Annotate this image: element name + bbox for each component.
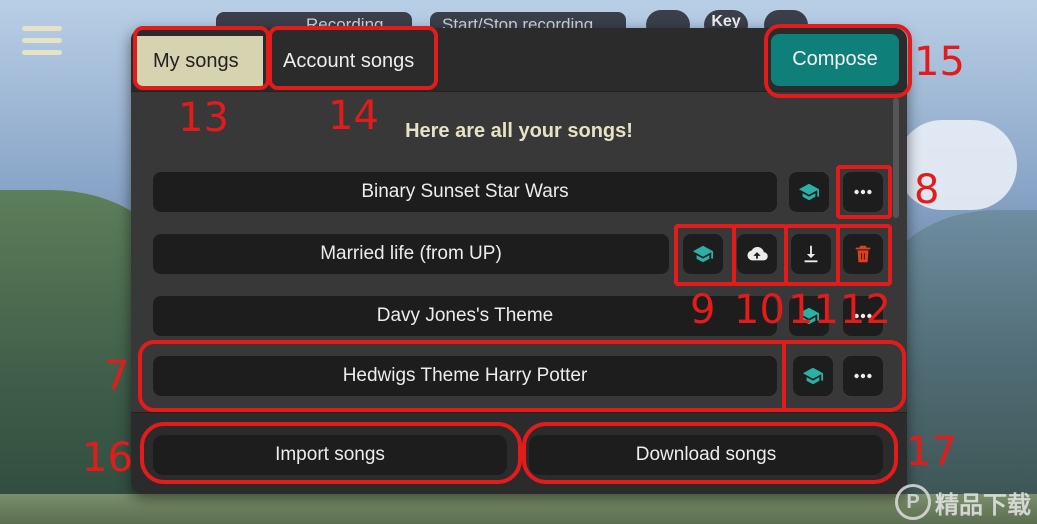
annotation-number-14: 14 bbox=[328, 93, 379, 139]
tab-bar: My songs Account songs Compose bbox=[131, 28, 907, 92]
song-row: Hedwigs Theme Harry Potter bbox=[153, 356, 883, 396]
hamburger-icon[interactable] bbox=[22, 26, 62, 58]
download-icon bbox=[804, 245, 818, 263]
watermark: P 精品下载 bbox=[895, 484, 1031, 520]
graduation-cap-icon bbox=[692, 245, 714, 263]
song-name-button[interactable]: Married life (from UP) bbox=[153, 234, 669, 274]
graduation-cap-icon bbox=[798, 183, 820, 201]
compose-button[interactable]: Compose bbox=[771, 34, 899, 86]
song-row: Binary Sunset Star Wars bbox=[153, 172, 883, 212]
song-name: Binary Sunset Star Wars bbox=[361, 181, 569, 202]
panel-footer: Import songs Download songs bbox=[131, 412, 907, 494]
song-name: Hedwigs Theme Harry Potter bbox=[342, 365, 588, 386]
song-name-button[interactable]: Binary Sunset Star Wars bbox=[153, 172, 777, 212]
watermark-text: 精品下载 bbox=[935, 490, 1031, 519]
delete-button[interactable] bbox=[843, 234, 883, 274]
tab-my-songs[interactable]: My songs bbox=[137, 36, 263, 88]
annotation-number-7: 7 bbox=[104, 353, 130, 399]
learn-button[interactable] bbox=[793, 356, 833, 396]
songs-heading: Here are all your songs! bbox=[405, 120, 633, 142]
annotation-number-16: 16 bbox=[82, 435, 133, 481]
tab-account-songs-label: Account songs bbox=[283, 50, 415, 72]
download-songs-label: Download songs bbox=[635, 444, 777, 465]
learn-button[interactable] bbox=[789, 172, 829, 212]
import-songs-button[interactable]: Import songs bbox=[153, 435, 507, 475]
song-name-button[interactable]: Davy Jones's Theme bbox=[153, 296, 777, 336]
trash-icon bbox=[855, 245, 871, 263]
annotation-number-15: 15 bbox=[914, 39, 965, 85]
annotation-number-17: 17 bbox=[906, 429, 957, 475]
upload-button[interactable] bbox=[737, 234, 777, 274]
annotation-number-8: 8 bbox=[914, 167, 940, 213]
learn-button[interactable] bbox=[683, 234, 723, 274]
more-icon bbox=[854, 373, 872, 379]
song-name: Married life (from UP) bbox=[320, 243, 502, 264]
graduation-cap-icon bbox=[802, 367, 824, 385]
annotation-number-9: 9 bbox=[690, 287, 716, 333]
import-songs-label: Import songs bbox=[275, 444, 385, 465]
cloud-upload-icon bbox=[747, 246, 768, 261]
annotation-number-13: 13 bbox=[178, 95, 229, 141]
more-icon bbox=[854, 189, 872, 195]
song-name: Davy Jones's Theme bbox=[376, 305, 554, 326]
compose-label: Compose bbox=[792, 48, 878, 70]
annotation-number-10: 10 bbox=[734, 287, 785, 333]
song-name-button[interactable]: Hedwigs Theme Harry Potter bbox=[153, 356, 777, 396]
download-button[interactable] bbox=[791, 234, 831, 274]
song-row: Married life (from UP) bbox=[153, 234, 883, 274]
more-options-button[interactable] bbox=[843, 356, 883, 396]
scrollbar[interactable] bbox=[893, 98, 899, 218]
annotation-number-11: 11 bbox=[788, 287, 839, 333]
watermark-logo-icon: P bbox=[895, 484, 931, 520]
background-ground bbox=[0, 494, 1037, 524]
more-options-button[interactable] bbox=[843, 172, 883, 212]
download-songs-button[interactable]: Download songs bbox=[529, 435, 883, 475]
annotation-number-12: 12 bbox=[840, 287, 891, 333]
tab-account-songs[interactable]: Account songs bbox=[267, 36, 437, 88]
songs-panel: My songs Account songs Compose Here are … bbox=[131, 28, 907, 494]
tab-my-songs-label: My songs bbox=[153, 50, 239, 72]
